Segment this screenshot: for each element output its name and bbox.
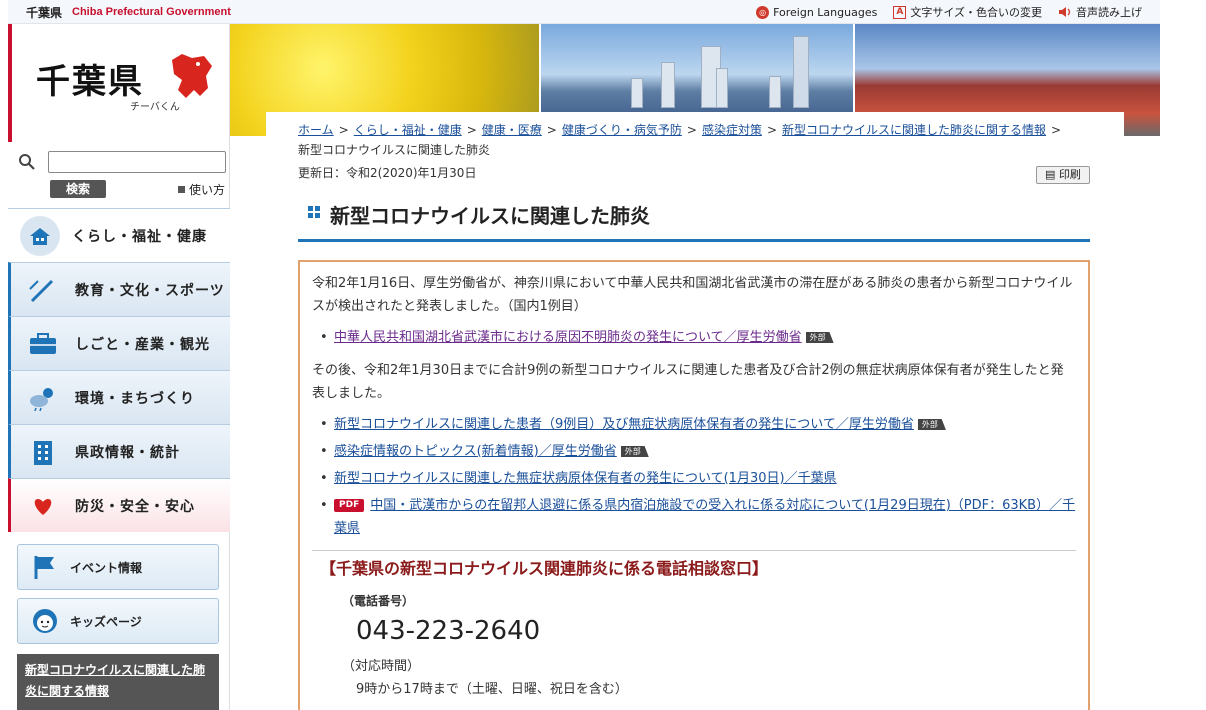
chiba-asymptomatic-link[interactable]: 新型コロナウイルスに関連した無症状病原体保有者の発生について(1月30日)／千葉… bbox=[334, 471, 837, 486]
list-item: 新型コロナウイルスに関連した無症状病原体保有者の発生について(1月30日)／千葉… bbox=[320, 467, 1076, 490]
nav-label: 県政情報・統計 bbox=[75, 444, 180, 461]
intro-paragraph: 令和2年1月16日、厚生労働省が、神奈川県において中華人民共和国湖北省武漢市の滞… bbox=[312, 276, 1073, 314]
mascot-name: チーバくん bbox=[130, 102, 180, 113]
hours-text: 9時から17時まで（土曜、日曜、祝日を含む） bbox=[356, 682, 628, 697]
breadcrumb-home[interactable]: ホーム bbox=[298, 123, 334, 137]
speaker-icon bbox=[1059, 7, 1071, 17]
list-item: PDF中国・武漢市からの在留邦人退避に係る県内宿泊施設での受入れに係る対応につい… bbox=[320, 494, 1076, 540]
tel-number: 043-223-2640 bbox=[356, 616, 541, 646]
breadcrumb-corona-info[interactable]: 新型コロナウイルスに関連した肺炎に関する情報 bbox=[782, 123, 1046, 137]
nav-item-kensei[interactable]: 県政情報・統計 bbox=[8, 424, 230, 478]
link-list-2: 新型コロナウイルスに関連した患者（9例目）及び無症状病原体保有者の発生について／… bbox=[320, 413, 1076, 540]
right-margin bbox=[1160, 0, 1206, 710]
breadcrumb-kansensho[interactable]: 感染症対策 bbox=[702, 123, 762, 137]
foreign-languages-label: Foreign Languages bbox=[773, 5, 878, 19]
event-info-button[interactable]: イベント情報 bbox=[17, 544, 219, 590]
page-title-block: 新型コロナウイルスに関連した肺炎 bbox=[298, 196, 1090, 242]
read-aloud-link[interactable]: 音声読み上げ bbox=[1058, 4, 1142, 20]
hours-label: （対応時間） bbox=[342, 659, 421, 674]
briefcase-icon bbox=[23, 324, 63, 364]
text-size-label: 文字サイズ・色合いの変更 bbox=[910, 6, 1042, 19]
nav-item-kankyo[interactable]: 環境・まちづくり bbox=[8, 370, 230, 424]
search-howto-link[interactable]: 使い方 bbox=[178, 181, 225, 198]
breadcrumb-kenko[interactable]: 健康・医療 bbox=[482, 123, 542, 137]
weather-icon bbox=[23, 378, 63, 418]
pref-name[interactable]: 千葉県 bbox=[26, 4, 62, 21]
external-badge: 外部 bbox=[917, 419, 946, 430]
divider bbox=[312, 550, 1076, 551]
read-aloud-label: 音声読み上げ bbox=[1076, 6, 1142, 19]
nav-label: 防災・安全・安心 bbox=[75, 498, 195, 515]
nav-label: 教育・文化・スポーツ bbox=[75, 282, 225, 299]
site-logo[interactable]: 千葉県 チーバくん bbox=[8, 24, 230, 142]
list-item: 中華人民共和国湖北省武漢市における原因不明肺炎の発生について／厚生労働省外部 bbox=[320, 326, 1076, 349]
tel-heading: 【千葉県の新型コロナウイルス関連肺炎に係る電話相談窓口】 bbox=[320, 559, 769, 578]
pref-name-en[interactable]: Chiba Prefectural Government bbox=[72, 6, 231, 18]
kids-page-button[interactable]: キッズページ bbox=[17, 598, 219, 644]
search-input[interactable] bbox=[48, 151, 226, 173]
chiba-kun-mascot-icon bbox=[172, 54, 212, 98]
house-icon bbox=[20, 215, 60, 256]
flag-icon bbox=[34, 556, 54, 579]
chiba-evacuee-pdf-link[interactable]: 中国・武漢市からの在留邦人退避に係る県内宿泊施設での受入れに係る対応について(1… bbox=[334, 498, 1075, 536]
nav-item-kurashi[interactable]: くらし・福祉・健康 bbox=[8, 208, 230, 262]
text-size-icon: A bbox=[893, 5, 907, 19]
kid-face-icon bbox=[33, 609, 57, 633]
main-content: ホーム > くらし・福祉・健康 > 健康・医療 > 健康づくり・病気予防 > 感染症対策 > 新型コ… bbox=[266, 112, 1124, 710]
globe-icon: ◎ bbox=[756, 5, 770, 19]
sub-label: キッズページ bbox=[70, 614, 142, 629]
sidebar: 千葉県 チーバくん 検索 使い方 くらし・福祉・健康 教育・文化・スポーツ しご… bbox=[8, 24, 230, 710]
page-title: 新型コロナウイルスに関連した肺炎 bbox=[330, 204, 650, 228]
utility-links: ◎ Foreign Languages A 文字サイズ・色合いの変更 音声読み上… bbox=[756, 4, 1142, 20]
breadcrumb-kenkozukuri[interactable]: 健康づくり・病気予防 bbox=[562, 123, 682, 137]
external-badge: 外部 bbox=[620, 446, 649, 457]
external-badge: 外部 bbox=[805, 332, 834, 343]
breadcrumb-current: 新型コロナウイルスに関連した肺炎 bbox=[298, 143, 491, 157]
nav-item-bousai[interactable]: 防災・安全・安心 bbox=[8, 478, 230, 532]
mhlw-wuhan-link[interactable]: 中華人民共和国湖北省武漢市における原因不明肺炎の発生について／厚生労働省 bbox=[334, 330, 802, 345]
link-list-1: 中華人民共和国湖北省武漢市における原因不明肺炎の発生について／厚生労働省外部 bbox=[320, 326, 1076, 349]
logo-text: 千葉県 bbox=[36, 62, 144, 102]
main-nav: くらし・福祉・健康 教育・文化・スポーツ しごと・産業・観光 環境・まちづくり … bbox=[8, 208, 230, 532]
text-size-link[interactable]: A 文字サイズ・色合いの変更 bbox=[893, 4, 1042, 20]
corona-info-link[interactable]: 新型コロナウイルスに関連した肺炎に関する情報 bbox=[17, 654, 219, 710]
nav-item-shigoto[interactable]: しごと・産業・観光 bbox=[8, 316, 230, 370]
pen-icon bbox=[23, 270, 63, 310]
list-item: 感染症情報のトピックス(新着情報)／厚生労働省外部 bbox=[320, 440, 1076, 463]
top-bar: 千葉県 Chiba Prefectural Government ◎ Forei… bbox=[8, 0, 1160, 24]
content-box: 令和2年1月16日、厚生労働省が、神奈川県において中華人民共和国湖北省武漢市の滞… bbox=[298, 260, 1090, 710]
printer-icon: ▤ bbox=[1045, 168, 1059, 181]
nav-item-kyoiku[interactable]: 教育・文化・スポーツ bbox=[8, 262, 230, 316]
nav-label: しごと・産業・観光 bbox=[75, 336, 210, 353]
building-icon bbox=[23, 432, 63, 472]
sub-nav: イベント情報 キッズページ bbox=[17, 544, 219, 652]
foreign-languages-link[interactable]: ◎ Foreign Languages bbox=[756, 4, 877, 20]
breadcrumb: ホーム > くらし・福祉・健康 > 健康・医療 > 健康づくり・病気予防 > 感染症対策 > 新型コ… bbox=[298, 123, 1062, 157]
sub-label: イベント情報 bbox=[70, 560, 143, 575]
title-square-icon bbox=[308, 206, 320, 218]
pdf-badge: PDF bbox=[334, 499, 365, 512]
mhlw-topics-link[interactable]: 感染症情報のトピックス(新着情報)／厚生労働省 bbox=[334, 444, 617, 459]
print-button[interactable]: ▤ 印刷 bbox=[1036, 166, 1090, 184]
list-item: 新型コロナウイルスに関連した患者（9例目）及び無症状病原体保有者の発生について／… bbox=[320, 413, 1076, 436]
mhlw-case9-link[interactable]: 新型コロナウイルスに関連した患者（9例目）及び無症状病原体保有者の発生について／… bbox=[334, 417, 914, 432]
breadcrumb-kurashi[interactable]: くらし・福祉・健康 bbox=[354, 123, 462, 137]
heart-icon bbox=[23, 486, 63, 526]
updated-date: 更新日：令和2(2020)年1月30日 bbox=[298, 166, 477, 180]
tel-label: （電話番号） bbox=[342, 594, 415, 608]
nav-label: くらし・福祉・健康 bbox=[72, 228, 207, 245]
nav-label: 環境・まちづくり bbox=[75, 390, 195, 407]
search-icon bbox=[19, 154, 35, 170]
print-label: 印刷 bbox=[1058, 168, 1081, 181]
search-button[interactable]: 検索 bbox=[50, 180, 106, 198]
followup-paragraph: その後、令和2年1月30日までに合計9例の新型コロナウイルスに関連した患者及び合… bbox=[312, 363, 1064, 401]
